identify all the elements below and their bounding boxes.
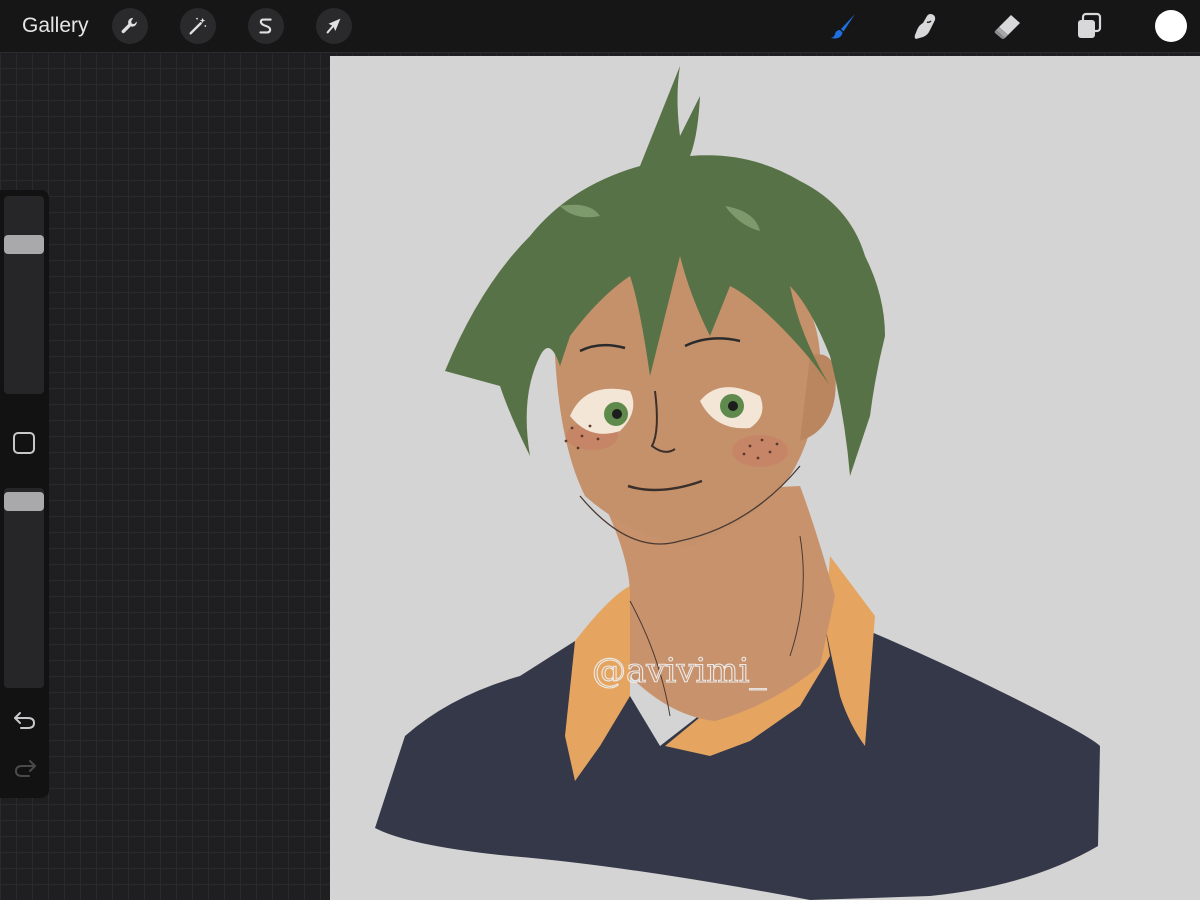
redo-button[interactable] <box>12 757 38 779</box>
cheek-blush-right <box>732 435 788 467</box>
brush-opacity-thumb[interactable] <box>4 492 44 511</box>
brush-tool-button[interactable] <box>826 9 860 43</box>
left-sidebar <box>0 190 49 798</box>
artwork-illustration: @avivimi_ <box>375 66 1100 900</box>
brush-opacity-slider[interactable] <box>4 488 44 688</box>
top-toolbar: Gallery <box>0 0 1200 53</box>
transform-button[interactable] <box>316 8 352 44</box>
brush-size-thumb[interactable] <box>4 235 44 254</box>
wrench-icon <box>121 17 137 34</box>
modify-button[interactable] <box>13 432 35 454</box>
layers-icon <box>1078 12 1102 38</box>
smudge-finger-icon <box>914 13 936 39</box>
pupil-left <box>612 409 622 419</box>
brush-size-slider[interactable] <box>4 196 44 394</box>
undo-button[interactable] <box>12 709 38 731</box>
brush-icon <box>831 14 855 39</box>
color-picker-swatch[interactable] <box>1155 10 1187 42</box>
layers-button[interactable] <box>1072 9 1106 43</box>
adjustments-button[interactable] <box>180 8 216 44</box>
eraser-icon <box>994 15 1020 39</box>
drawing-canvas[interactable]: @avivimi_ <box>330 56 1200 900</box>
redo-arrow-icon <box>14 760 36 777</box>
arrow-cursor-icon <box>326 18 341 34</box>
undo-arrow-icon <box>14 712 36 729</box>
selection-s-icon <box>259 18 272 34</box>
pupil-right <box>728 401 738 411</box>
gallery-button[interactable]: Gallery <box>22 13 89 39</box>
smudge-tool-button[interactable] <box>908 9 942 43</box>
artist-watermark: @avivimi_ <box>592 651 767 691</box>
eraser-tool-button[interactable] <box>990 9 1024 43</box>
magic-wand-icon <box>189 17 207 35</box>
selection-button[interactable] <box>248 8 284 44</box>
actions-button[interactable] <box>112 8 148 44</box>
